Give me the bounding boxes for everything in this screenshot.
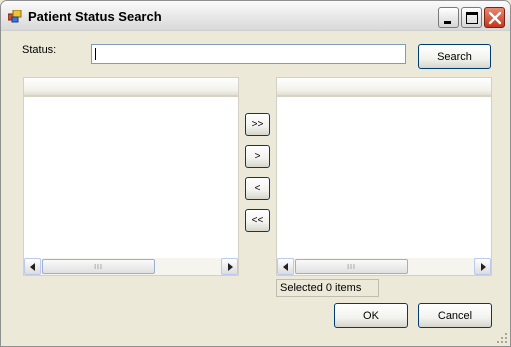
remove-selected-button[interactable]: <	[245, 177, 270, 200]
scroll-left-arrow-icon	[29, 262, 35, 271]
close-button[interactable]	[484, 7, 505, 28]
search-button[interactable]: Search	[418, 44, 491, 69]
scroll-thumb[interactable]: III	[295, 259, 408, 274]
selected-list-header[interactable]	[277, 78, 491, 97]
add-selected-button[interactable]: >	[245, 145, 270, 168]
scroll-left-button[interactable]	[24, 258, 41, 275]
status-label: Status:	[22, 44, 57, 56]
available-list-header[interactable]	[24, 78, 238, 97]
remove-all-button[interactable]: <<	[245, 209, 270, 232]
cancel-button[interactable]: Cancel	[418, 303, 492, 328]
app-window-icon	[8, 10, 22, 23]
status-input-box[interactable]	[91, 44, 406, 64]
scroll-right-arrow-icon	[480, 262, 486, 271]
scroll-right-arrow-icon	[227, 262, 233, 271]
scroll-thumb[interactable]: III	[42, 259, 155, 274]
title-bar[interactable]: Patient Status Search	[1, 1, 510, 31]
close-icon	[488, 11, 502, 25]
resize-grip-icon[interactable]	[496, 332, 508, 344]
scroll-left-button[interactable]	[277, 258, 294, 275]
scroll-right-button[interactable]	[474, 258, 491, 275]
available-list-hscrollbar[interactable]: III	[24, 258, 238, 275]
patient-status-search-window: Patient Status Search Status: Search III…	[0, 0, 511, 347]
minimize-button[interactable]	[438, 7, 459, 28]
scroll-left-arrow-icon	[282, 262, 288, 271]
status-input[interactable]	[92, 45, 405, 63]
available-statuses-list[interactable]: III	[23, 77, 239, 276]
ok-button[interactable]: OK	[334, 303, 408, 328]
maximize-icon	[466, 12, 478, 24]
add-all-button[interactable]: >>	[245, 113, 270, 136]
scroll-right-button[interactable]	[221, 258, 238, 275]
minimize-icon	[444, 21, 451, 24]
maximize-button[interactable]	[461, 7, 482, 28]
scroll-grip-icon: III	[347, 264, 356, 271]
scroll-grip-icon: III	[94, 264, 103, 271]
selected-list-hscrollbar[interactable]: III	[277, 258, 491, 275]
selected-count-label: Selected 0 items	[276, 279, 379, 297]
text-caret	[95, 48, 96, 60]
selected-statuses-list[interactable]: III	[276, 77, 492, 276]
window-title: Patient Status Search	[28, 9, 162, 24]
